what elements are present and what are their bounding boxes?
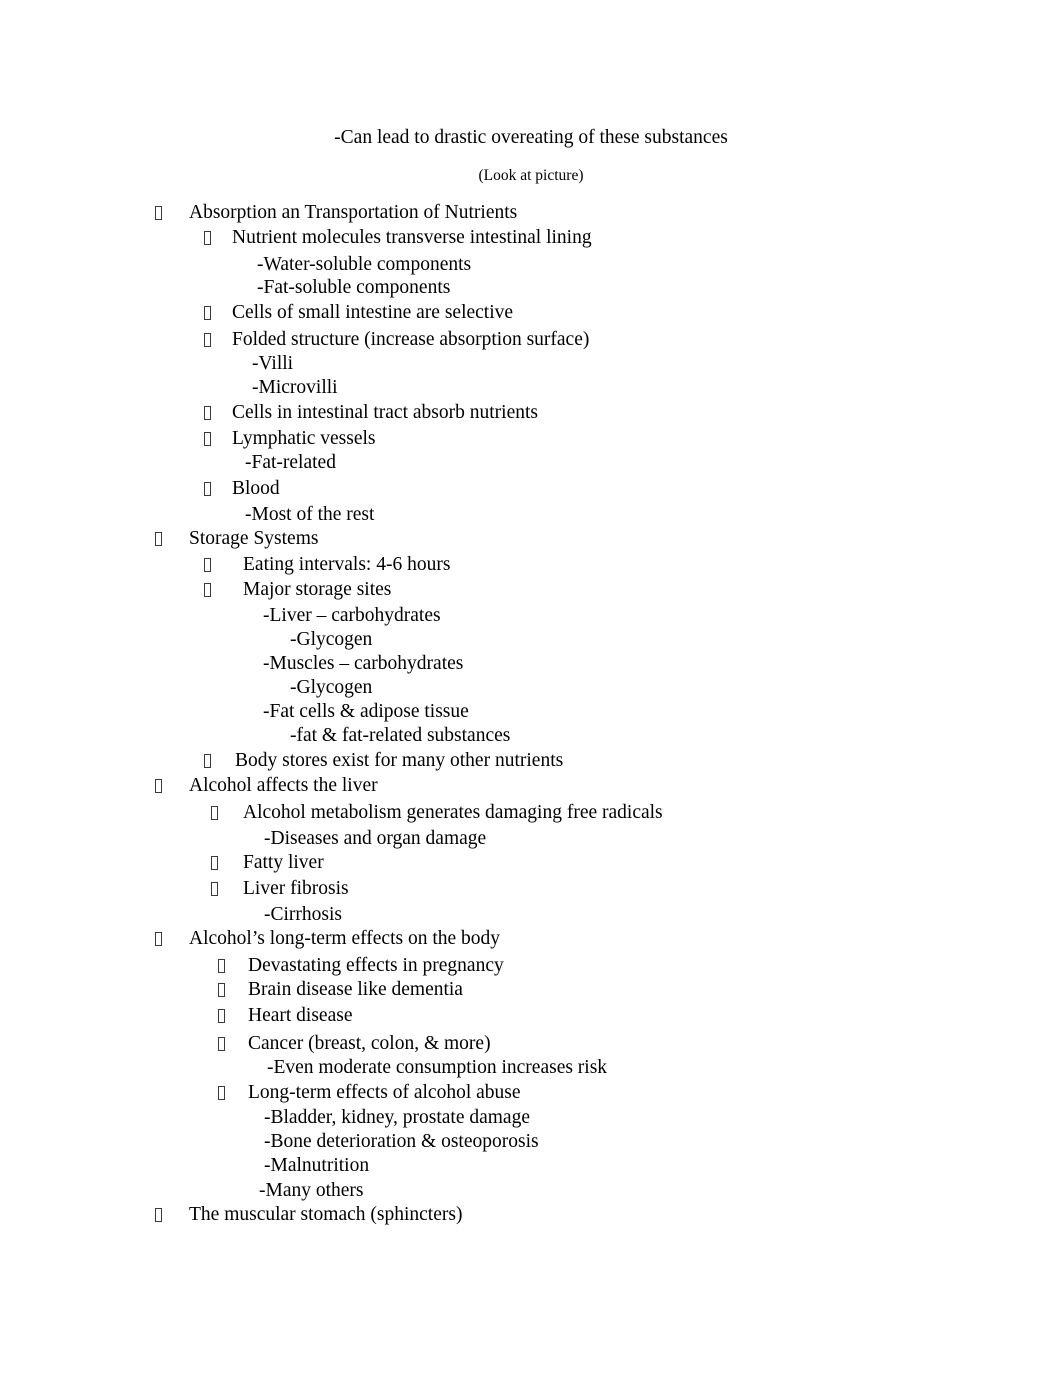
list-bullet-absorption-heading	[155, 200, 167, 225]
list-bullet-nutrient-molecules	[204, 225, 216, 250]
outline-item-many-others: -Many others	[259, 1180, 364, 1201]
list-bullet-alcohol-metabolism-radicals	[211, 800, 223, 825]
missing-glyph-box-icon	[204, 306, 211, 320]
list-bullet-alcohol-affects-liver-heading	[155, 773, 167, 798]
list-bullet-pregnancy-effects	[218, 953, 230, 978]
outline-item-liver-fibrosis: Liver fibrosis	[243, 878, 349, 899]
missing-glyph-box-icon	[218, 983, 225, 997]
list-bullet-brain-disease-dementia	[218, 977, 230, 1002]
outline-item-bladder-kidney-prostate: -Bladder, kidney, prostate damage	[264, 1107, 530, 1128]
header-line-overeating: -Can lead to drastic overeating of these…	[334, 127, 728, 148]
outline-item-heart-disease: Heart disease	[248, 1005, 353, 1026]
outline-item-alcohol-longterm-heading: Alcohol’s long-term effects on the body	[189, 928, 501, 949]
outline-item-brain-disease-dementia: Brain disease like dementia	[248, 979, 463, 1000]
missing-glyph-box-icon	[211, 882, 218, 896]
outline-item-folded-structure: Folded structure (increase absorption su…	[232, 329, 590, 350]
list-bullet-blood	[204, 476, 216, 501]
missing-glyph-box-icon	[155, 1208, 162, 1222]
missing-glyph-box-icon	[211, 856, 218, 870]
missing-glyph-box-icon	[204, 333, 211, 347]
outline-item-microvilli: -Microvilli	[252, 377, 338, 398]
header-line-look-at-picture: (Look at picture)	[478, 167, 584, 184]
missing-glyph-box-icon	[218, 1009, 225, 1023]
list-bullet-heart-disease	[218, 1003, 230, 1028]
list-bullet-major-storage-sites	[204, 577, 216, 602]
outline-item-muscular-stomach-heading: The muscular stomach (sphincters)	[189, 1204, 463, 1225]
outline-item-cells-small-intestine: Cells of small intestine are selective	[232, 302, 514, 323]
outline-item-blood: Blood	[232, 478, 280, 499]
outline-item-fat-related-substances: -fat & fat-related substances	[290, 725, 511, 746]
missing-glyph-box-icon	[218, 959, 225, 973]
outline-item-water-soluble-components: -Water-soluble components	[257, 254, 472, 275]
missing-glyph-box-icon	[211, 806, 218, 820]
missing-glyph-box-icon	[218, 1086, 225, 1100]
outline-item-pregnancy-effects: Devastating effects in pregnancy	[248, 955, 504, 976]
missing-glyph-box-icon	[204, 432, 211, 446]
outline-item-liver-carbohydrates: -Liver – carbohydrates	[263, 605, 441, 626]
outline-item-cancer: Cancer (breast, colon, & more)	[248, 1033, 491, 1054]
outline-item-muscles-glycogen: -Glycogen	[290, 677, 373, 698]
list-bullet-cancer	[218, 1031, 230, 1056]
outline-item-most-of-the-rest: -Most of the rest	[245, 504, 375, 525]
missing-glyph-box-icon	[204, 406, 211, 420]
outline-item-bone-deterioration: -Bone deterioration & osteoporosis	[264, 1131, 539, 1152]
list-bullet-longterm-alcohol-abuse	[218, 1080, 230, 1105]
list-bullet-cells-absorb-nutrients	[204, 400, 216, 425]
outline-item-alcohol-metabolism-radicals: Alcohol metabolism generates damaging fr…	[243, 802, 663, 823]
outline-item-absorption-heading: Absorption an Transportation of Nutrient…	[189, 202, 518, 223]
outline-item-fat-cells-adipose: -Fat cells & adipose tissue	[263, 701, 469, 722]
missing-glyph-box-icon	[204, 482, 211, 496]
outline-item-lymphatic-vessels: Lymphatic vessels	[232, 428, 376, 449]
outline-item-body-stores-other-nutrients: Body stores exist for many other nutrien…	[235, 750, 564, 771]
list-bullet-storage-systems-heading	[155, 526, 167, 551]
missing-glyph-box-icon	[218, 1037, 225, 1051]
outline-item-longterm-alcohol-abuse: Long-term effects of alcohol abuse	[248, 1082, 521, 1103]
outline-item-malnutrition: -Malnutrition	[264, 1155, 370, 1176]
missing-glyph-box-icon	[204, 231, 211, 245]
outline-item-liver-glycogen: -Glycogen	[290, 629, 373, 650]
outline-item-fat-soluble-components: -Fat-soluble components	[257, 277, 451, 298]
missing-glyph-box-icon	[204, 558, 211, 572]
missing-glyph-box-icon	[204, 583, 211, 597]
document-page: -Can lead to drastic overeating of these…	[0, 0, 1062, 1376]
missing-glyph-box-icon	[204, 754, 211, 768]
list-bullet-folded-structure	[204, 327, 216, 352]
outline-item-major-storage-sites: Major storage sites	[243, 579, 392, 600]
outline-item-eating-intervals: Eating intervals: 4-6 hours	[243, 554, 451, 575]
outline-item-nutrient-molecules: Nutrient molecules transverse intestinal…	[232, 227, 592, 248]
missing-glyph-box-icon	[155, 532, 162, 546]
outline-item-alcohol-affects-liver-heading: Alcohol affects the liver	[189, 775, 378, 796]
outline-item-moderate-consumption-risk: -Even moderate consumption increases ris…	[267, 1057, 608, 1078]
list-bullet-lymphatic-vessels	[204, 426, 216, 451]
missing-glyph-box-icon	[155, 206, 162, 220]
outline-item-villi: -Villi	[252, 353, 294, 374]
list-bullet-eating-intervals	[204, 552, 216, 577]
list-bullet-liver-fibrosis	[211, 876, 223, 901]
missing-glyph-box-icon	[155, 779, 162, 793]
outline-item-fatty-liver: Fatty liver	[243, 852, 324, 873]
missing-glyph-box-icon	[155, 932, 162, 946]
outline-item-muscles-carbohydrates: -Muscles – carbohydrates	[263, 653, 464, 674]
list-bullet-muscular-stomach-heading	[155, 1202, 167, 1227]
list-bullet-cells-small-intestine	[204, 300, 216, 325]
outline-item-storage-systems-heading: Storage Systems	[189, 528, 319, 549]
outline-item-fat-related: -Fat-related	[245, 452, 336, 473]
list-bullet-alcohol-longterm-heading	[155, 926, 167, 951]
outline-item-cirrhosis: -Cirrhosis	[264, 904, 342, 925]
outline-item-diseases-organ-damage: -Diseases and organ damage	[264, 828, 487, 849]
list-bullet-fatty-liver	[211, 850, 223, 875]
outline-item-cells-absorb-nutrients: Cells in intestinal tract absorb nutrien…	[232, 402, 538, 423]
list-bullet-body-stores-other-nutrients	[204, 748, 216, 773]
